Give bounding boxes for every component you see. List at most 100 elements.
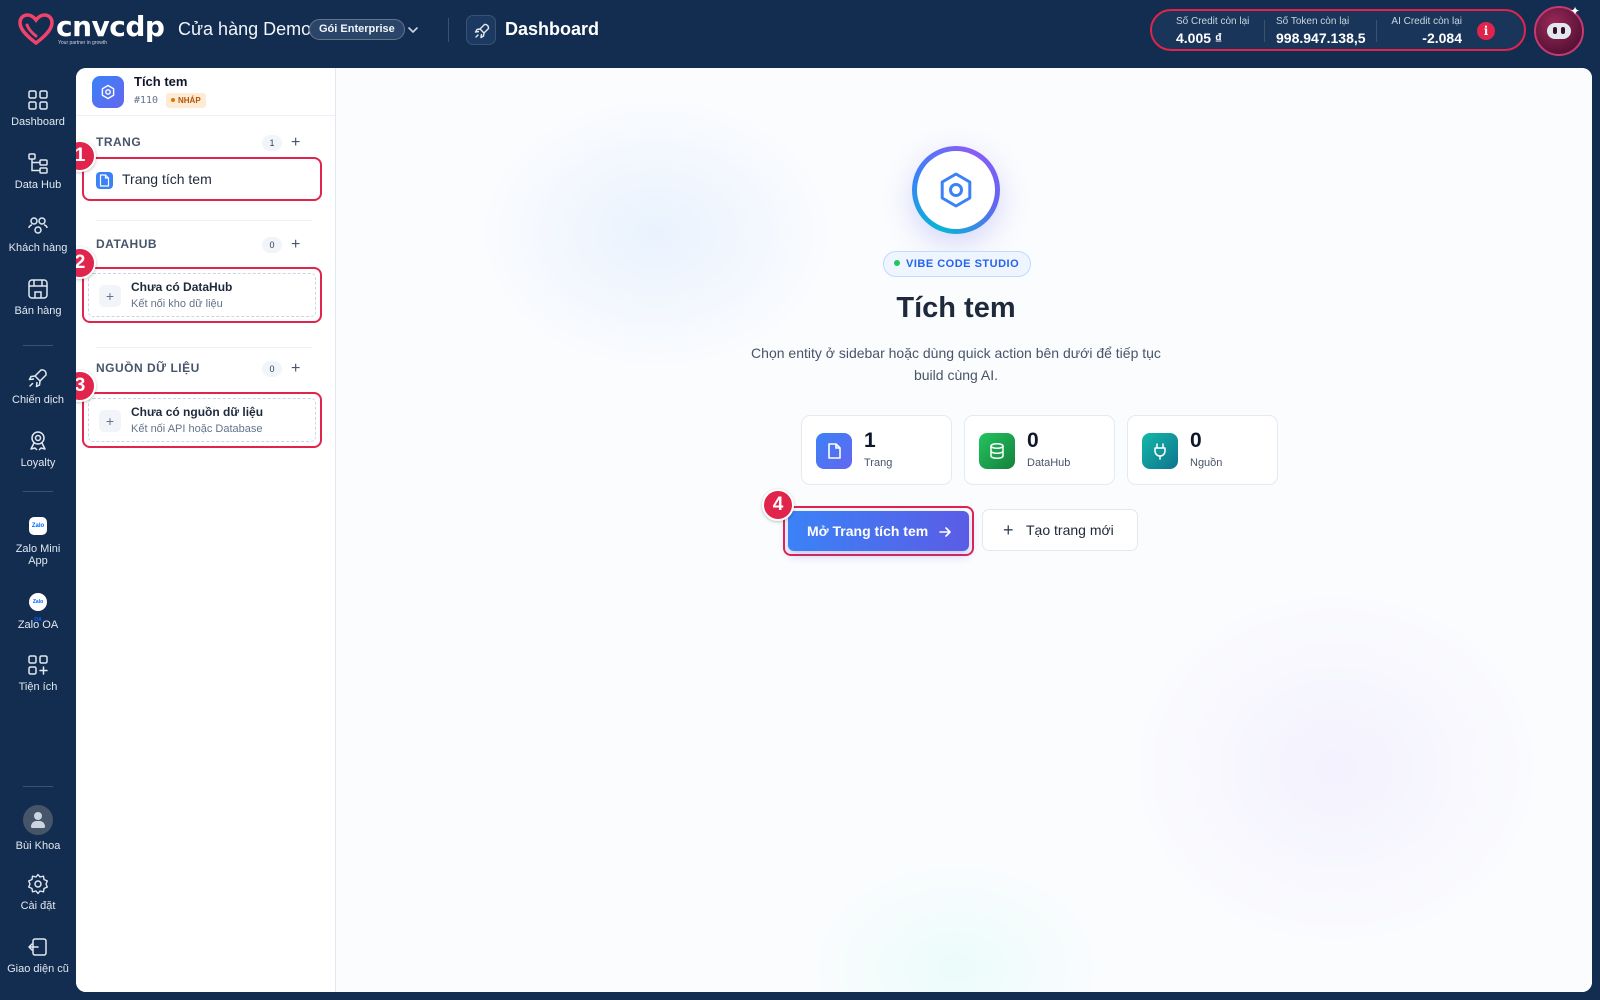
nav-label: Zalo OA: [17, 619, 59, 631]
info-icon[interactable]: i: [1477, 22, 1495, 40]
add-datahub-button[interactable]: +: [291, 237, 300, 253]
project-id: #110: [134, 95, 159, 106]
nav-label: Chiến dịch: [12, 394, 64, 406]
stat-icon-box: [979, 433, 1015, 469]
token-balance-value: 998.947.138,5: [1276, 30, 1366, 46]
nav-item-utilities[interactable]: Tiện ích: [0, 653, 76, 693]
add-source-button[interactable]: +: [291, 361, 300, 377]
zalo-oa-icon: Zalo OA: [29, 593, 47, 623]
project-icon: [92, 76, 124, 108]
sparkle-icon: ✦: [1570, 4, 1581, 18]
page-file-icon: [96, 172, 113, 189]
plan-badge[interactable]: Gói Enterprise: [309, 19, 405, 40]
stat-value: 1: [864, 429, 876, 452]
token-balance: Số Token còn lại 998.947.138,5: [1276, 16, 1366, 46]
stat-card-pages[interactable]: 1 Trang: [801, 415, 952, 485]
hero-subtitle: Chọn entity ở sidebar hoặc dùng quick ac…: [751, 345, 1161, 383]
hexagon-icon: [940, 172, 972, 208]
status-dot: [894, 260, 900, 267]
hero-title: Tích tem: [896, 292, 1016, 324]
project-title: Tích tem: [134, 74, 188, 89]
token-balance-label: Số Token còn lại: [1276, 16, 1350, 27]
credit-balance-label: Số Credit còn lại: [1176, 16, 1250, 27]
plug-icon: [1154, 443, 1166, 460]
empty-datahub-card[interactable]: + Chưa có DataHub Kết nối kho dữ liệu: [82, 267, 322, 323]
robot-eye: [1561, 27, 1565, 34]
status-label: NHÁP: [178, 96, 201, 105]
robot-face-icon: [1547, 23, 1571, 39]
credit-balance: Số Credit còn lại 4.005 ₫: [1176, 16, 1249, 46]
file-icon: [828, 443, 841, 459]
add-page-button[interactable]: +: [291, 135, 300, 151]
header-page-title: Dashboard: [505, 19, 600, 39]
hero-emblem: [912, 146, 1000, 234]
brand-name: cnvcdp: [56, 10, 165, 43]
nav-item-legacy-ui[interactable]: Giao diện cũ: [0, 935, 76, 975]
chevron-down-icon[interactable]: [406, 23, 420, 37]
nav-label: Bùi Khoa: [15, 840, 61, 852]
nav-item-dashboard[interactable]: Dashboard: [0, 88, 76, 128]
project-header: Tích tem #110 NHÁP: [76, 68, 335, 116]
rocket-icon: [474, 23, 490, 39]
open-page-button[interactable]: Mở Trang tích tem: [788, 511, 969, 551]
nav-item-profile[interactable]: Bùi Khoa: [0, 805, 76, 852]
empty-source-card[interactable]: + Chưa có nguồn dữ liệu Kết nối API hoặc…: [82, 392, 322, 448]
nav-item-zalo-oa[interactable]: Zalo OA Zalo OA: [0, 593, 76, 631]
nav-label: Cài đặt: [20, 900, 56, 912]
store-name[interactable]: Cửa hàng Demo: [178, 19, 311, 40]
credit-separator: [1376, 20, 1377, 42]
nav-item-customers[interactable]: Khách hàng: [0, 214, 76, 254]
users-icon: [28, 217, 48, 234]
nav-label: Khách hàng: [8, 242, 68, 254]
nav-label: Zalo Mini App: [15, 543, 61, 567]
page-icon-box: [466, 15, 496, 45]
nav-item-zalo-mini-app[interactable]: Zalo Zalo Mini App: [0, 517, 76, 567]
empty-datahub-desc: Kết nối kho dữ liệu: [131, 298, 223, 310]
header-divider: [448, 18, 449, 42]
stat-card-sources[interactable]: 0 Nguồn: [1127, 415, 1278, 485]
section-count-sources: 0: [262, 361, 282, 377]
page-item-label: Trang tích tem: [122, 171, 212, 187]
page-item[interactable]: Trang tích tem: [82, 157, 322, 201]
arrow-right-icon: [939, 527, 951, 537]
section-divider: [96, 347, 312, 348]
credit-balance-value: 4.005 ₫: [1176, 30, 1223, 46]
user-avatar: [23, 805, 53, 835]
main-content: VIBE CODE STUDIO Tích tem Chọn entity ở …: [336, 68, 1592, 992]
database-icon: [990, 442, 1004, 460]
empty-datahub-title: Chưa có DataHub: [131, 280, 233, 294]
nav-item-loyalty[interactable]: Loyalty: [0, 429, 76, 469]
section-title-datahub: DATAHUB: [96, 237, 158, 251]
status-dot: [171, 97, 175, 102]
nav-item-data-hub[interactable]: Data Hub: [0, 151, 76, 191]
zalo-mini-app-icon: Zalo: [29, 517, 47, 535]
ai-credit-value: -2.084: [1422, 30, 1462, 46]
stat-label: Trang: [864, 457, 893, 469]
add-widgets-icon: [28, 655, 48, 675]
nav-label: Loyalty: [20, 457, 56, 469]
robot-eye: [1553, 27, 1557, 34]
empty-source-desc: Kết nối API hoặc Database: [131, 423, 263, 435]
nav-label: Bán hàng: [14, 305, 62, 317]
nav-item-campaigns[interactable]: Chiến dịch: [0, 366, 76, 406]
stat-value: 0: [1027, 429, 1039, 452]
entity-sidebar: Tích tem #110 NHÁP TRANG 1 + Trang tích …: [76, 68, 336, 992]
stat-value: 0: [1190, 429, 1202, 452]
heart-logo-icon: [18, 13, 54, 45]
brand-logo[interactable]: cnvcdp Your partner in growth: [18, 12, 165, 46]
credits-panel[interactable]: Số Credit còn lại 4.005 ₫ Số Token còn l…: [1150, 9, 1526, 51]
top-bar: cnvcdp Your partner in growth Cửa hàng D…: [0, 0, 1600, 62]
step-marker-4: 4: [762, 489, 794, 521]
plus-icon: +: [1003, 520, 1014, 540]
section-divider: [96, 220, 312, 221]
plus-icon: +: [99, 285, 121, 307]
ai-credit-label: AI Credit còn lại: [1391, 16, 1462, 27]
stat-label: DataHub: [1027, 457, 1071, 469]
dashed-placeholder: + Chưa có nguồn dữ liệu Kết nối API hoặc…: [88, 398, 316, 442]
stat-card-datahub[interactable]: 0 DataHub: [964, 415, 1115, 485]
nav-item-sales[interactable]: Bán hàng: [0, 277, 76, 317]
studio-pill-label: VIBE CODE STUDIO: [906, 258, 1020, 270]
stat-label: Nguồn: [1190, 457, 1223, 469]
create-page-button[interactable]: + Tạo trang mới: [982, 509, 1138, 551]
nav-item-settings[interactable]: Cài đặt: [0, 872, 76, 912]
